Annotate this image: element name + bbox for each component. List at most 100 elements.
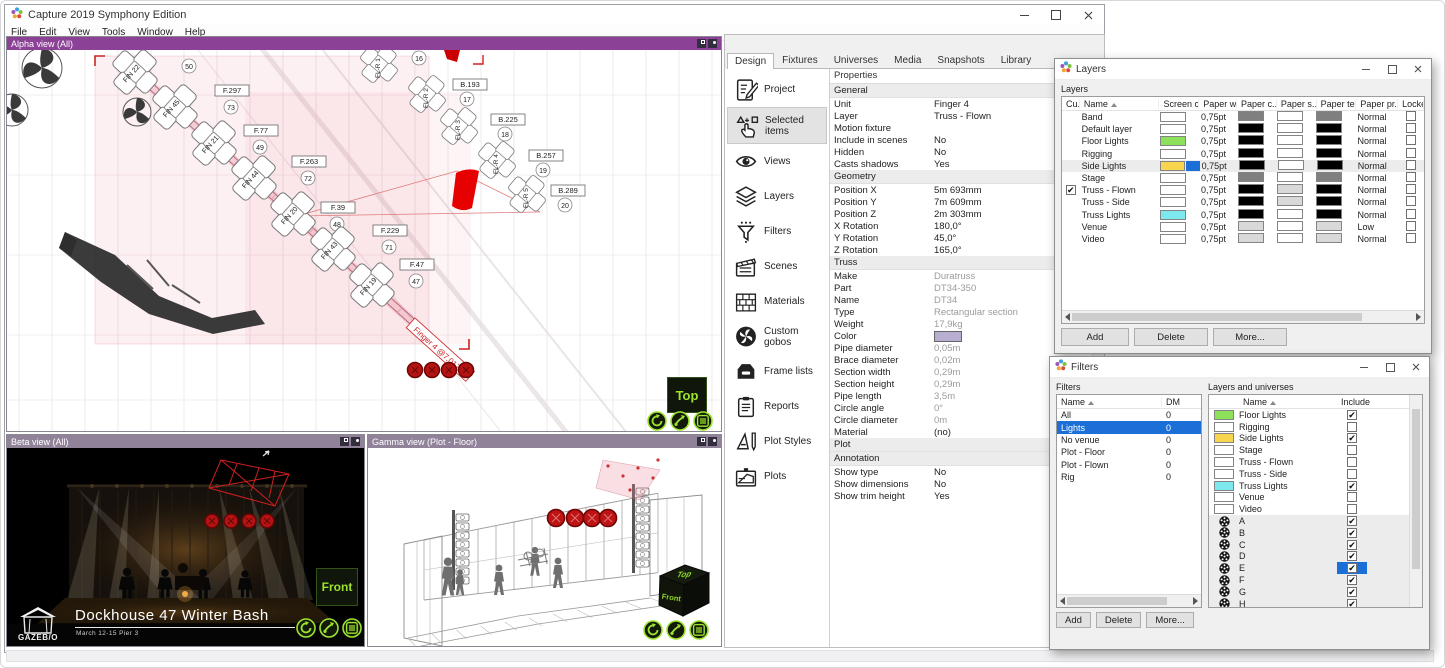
layer-entry-row[interactable]: Side Lights✔ [1209, 433, 1422, 445]
paper-shade-swatch[interactable] [1277, 111, 1303, 121]
column-header[interactable]: DM [1161, 397, 1197, 407]
universe-row[interactable]: B✔ [1209, 527, 1422, 539]
layer-row[interactable]: Floor Lights0,75ptNormal [1062, 135, 1424, 147]
paper-width-value[interactable]: 0,75pt [1199, 124, 1238, 134]
scroll-right-icon[interactable] [1193, 597, 1198, 605]
include-checkbox[interactable] [1347, 445, 1357, 455]
paper-print-value[interactable]: Normal [1356, 112, 1399, 122]
paper-shade-cell[interactable] [1277, 135, 1316, 147]
sidebar-item-materials[interactable]: Materials [727, 284, 827, 319]
layer-color-swatch[interactable] [1214, 457, 1234, 467]
filters-window-titlebar[interactable]: Filters [1050, 357, 1429, 378]
paper-texture-cell[interactable] [1316, 221, 1355, 233]
filter-row[interactable]: All0 [1057, 409, 1201, 421]
paper-texture-swatch[interactable] [1316, 209, 1342, 219]
locked-cell[interactable] [1399, 209, 1424, 221]
maximize-button[interactable] [1040, 5, 1072, 25]
paper-shade-swatch[interactable] [1277, 233, 1303, 243]
screen-color-cell[interactable] [1160, 124, 1199, 134]
paper-texture-swatch[interactable] [1316, 172, 1342, 182]
add-button[interactable]: Add [1061, 328, 1129, 346]
view-popout-icon[interactable] [340, 437, 349, 446]
include-checkbox[interactable]: ✔ [1347, 599, 1357, 608]
tab-design[interactable]: Design [727, 53, 774, 69]
paper-print-value[interactable]: Normal [1356, 136, 1399, 146]
paper-print-value[interactable]: Normal [1356, 210, 1399, 220]
paper-texture-swatch[interactable] [1317, 160, 1343, 170]
include-checkbox[interactable]: ✔ [1347, 516, 1357, 526]
universe-row[interactable]: G✔ [1209, 586, 1422, 598]
paper-texture-swatch[interactable] [1316, 221, 1342, 231]
view-home-icon[interactable] [708, 39, 717, 48]
include-cell[interactable]: ✔ [1337, 410, 1397, 420]
paper-width-value[interactable]: 0,75pt [1199, 210, 1238, 220]
column-header[interactable]: Cu... [1062, 99, 1080, 109]
universe-row[interactable]: F✔ [1209, 574, 1422, 586]
paper-color-cell[interactable] [1238, 184, 1277, 196]
screen-color-cell[interactable] [1160, 185, 1199, 195]
column-header[interactable]: Paper c... [1237, 99, 1277, 109]
screen-color-swatch[interactable] [1160, 149, 1186, 159]
paper-shade-swatch[interactable] [1278, 160, 1304, 170]
paper-print-value[interactable]: Normal [1356, 124, 1399, 134]
paper-print-value[interactable]: Low [1356, 222, 1399, 232]
tab-fixtures[interactable]: Fixtures [774, 52, 826, 68]
locked-checkbox[interactable] [1406, 123, 1416, 133]
orbit-view-button[interactable] [296, 618, 316, 638]
layer-color-swatch[interactable] [1214, 433, 1234, 443]
paper-texture-swatch[interactable] [1316, 196, 1342, 206]
sidebar-item-layers[interactable]: Layers [727, 179, 827, 214]
include-cell[interactable] [1337, 504, 1397, 514]
scroll-left-icon[interactable] [1065, 313, 1070, 321]
paper-print-value[interactable]: Normal [1356, 234, 1399, 244]
include-checkbox[interactable]: ✔ [1347, 433, 1357, 443]
paper-shade-swatch[interactable] [1277, 172, 1303, 182]
column-header[interactable]: Paper pr... [1356, 99, 1398, 109]
layer-row[interactable]: Video0,75ptNormal [1062, 233, 1424, 245]
paper-color-cell[interactable] [1238, 209, 1277, 221]
universe-row[interactable]: H✔ [1209, 598, 1422, 608]
paper-color-swatch[interactable] [1239, 160, 1265, 170]
include-checkbox[interactable]: ✔ [1347, 410, 1357, 420]
paper-shade-cell[interactable] [1277, 209, 1316, 221]
alpha-orientation-label[interactable]: Top [667, 377, 707, 413]
paper-texture-cell[interactable] [1316, 148, 1355, 160]
paper-texture-cell[interactable] [1316, 184, 1355, 196]
include-cell[interactable]: ✔ [1337, 587, 1397, 597]
paper-color-swatch[interactable] [1238, 184, 1264, 194]
color-swatch[interactable] [934, 331, 962, 342]
universe-row[interactable]: A✔ [1209, 515, 1422, 527]
paper-shade-cell[interactable] [1277, 111, 1316, 123]
paper-texture-cell[interactable] [1317, 160, 1356, 172]
paper-color-cell[interactable] [1238, 148, 1277, 160]
include-cell[interactable]: ✔ [1337, 481, 1397, 491]
scrollbar-thumb[interactable] [1412, 409, 1420, 569]
sidebar-item-reports[interactable]: Reports [727, 389, 827, 424]
paper-shade-cell[interactable] [1278, 160, 1317, 172]
paper-color-swatch[interactable] [1238, 135, 1264, 145]
paper-width-value[interactable]: 0,75pt [1199, 197, 1238, 207]
include-cell[interactable]: ✔ [1337, 433, 1397, 443]
include-checkbox[interactable]: ✔ [1347, 575, 1357, 585]
sidebar-item-selected-items[interactable]: Selected items [727, 107, 827, 144]
paper-print-value[interactable]: Normal [1356, 149, 1399, 159]
gamma-view-header[interactable]: Gamma view (Plot - Floor) [368, 435, 721, 448]
include-cell[interactable]: ✔ [1337, 551, 1397, 561]
paper-texture-cell[interactable] [1316, 135, 1355, 147]
paper-shade-cell[interactable] [1277, 233, 1316, 245]
filter-row[interactable]: Plot - Flown0 [1057, 459, 1201, 471]
minimize-button[interactable] [1351, 358, 1377, 377]
paper-texture-swatch[interactable] [1316, 123, 1342, 133]
universe-row[interactable]: E✔ [1209, 562, 1422, 574]
layer-color-swatch[interactable] [1214, 410, 1234, 420]
locked-checkbox[interactable] [1406, 111, 1416, 121]
locked-checkbox[interactable] [1406, 172, 1416, 182]
paper-shade-cell[interactable] [1277, 196, 1316, 208]
screen-color-cell[interactable] [1160, 112, 1199, 122]
screen-color-cell[interactable] [1160, 197, 1199, 207]
paper-shade-cell[interactable] [1277, 221, 1316, 233]
layer-entry-row[interactable]: Truss - Flown [1209, 456, 1422, 468]
layer-entry-row[interactable]: Truss Lights✔ [1209, 480, 1422, 492]
column-header[interactable]: Name [1209, 397, 1337, 407]
sidebar-item-custom-gobos[interactable]: Custom gobos [727, 319, 827, 354]
